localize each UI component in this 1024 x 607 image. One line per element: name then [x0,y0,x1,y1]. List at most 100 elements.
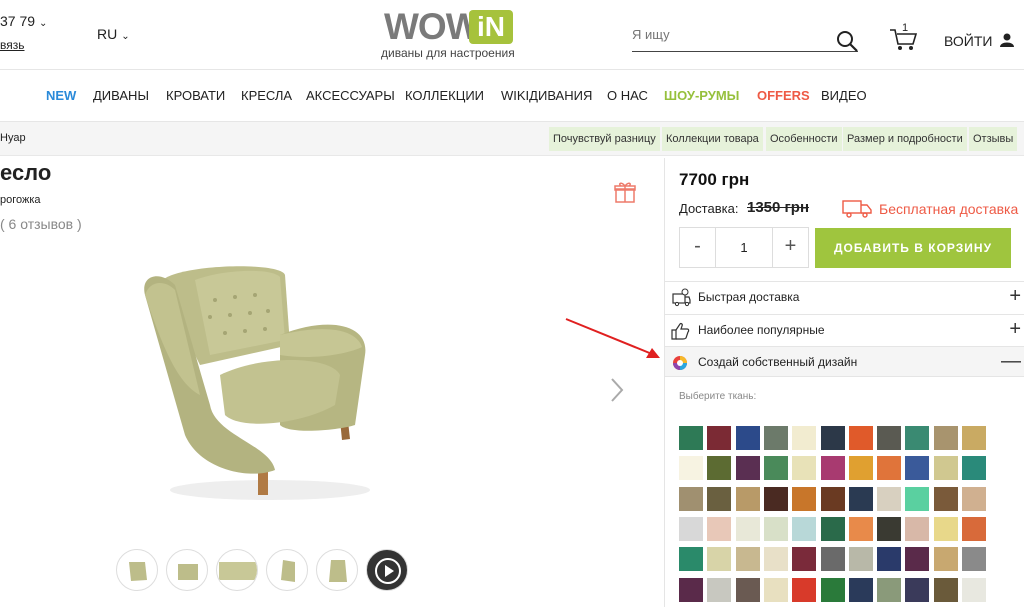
fabric-swatch[interactable] [735,456,760,481]
minus-icon[interactable]: — [1001,349,1021,373]
thumbnail-5[interactable] [316,549,358,591]
fabric-swatch[interactable] [679,486,703,511]
fabric-swatch[interactable] [792,516,817,541]
quantity-value[interactable]: 1 [716,228,772,267]
fabric-swatch[interactable] [679,426,703,450]
thumbnail-3[interactable] [216,549,258,591]
fabric-swatch[interactable] [905,486,930,511]
nav-item-new[interactable]: NEW [46,88,76,103]
fabric-swatch[interactable] [707,486,732,511]
fabric-swatch[interactable] [905,516,930,541]
fabric-swatch[interactable] [933,516,958,541]
fabric-swatch[interactable] [820,486,845,511]
fabric-swatch[interactable] [905,426,930,450]
fabric-swatch[interactable] [820,516,845,541]
language-selector[interactable]: RU ⌄ [97,26,130,42]
breadcrumb[interactable]: Нуар [0,132,26,144]
fabric-swatch[interactable] [763,547,788,572]
fabric-swatch[interactable] [848,577,873,602]
plus-icon[interactable]: + [1009,284,1021,308]
fabric-swatch[interactable] [962,456,986,481]
fabric-swatch[interactable] [763,426,788,450]
fabric-swatch[interactable] [848,426,873,450]
fabric-swatch[interactable] [679,547,703,572]
plus-icon[interactable]: + [1009,317,1021,341]
fabric-swatch[interactable] [679,577,703,602]
nav-item-collections[interactable]: КОЛЛЕКЦИИ [405,88,484,103]
fabric-swatch[interactable] [707,456,732,481]
nav-item-showrooms[interactable]: ШОУ-РУМЫ [664,88,739,103]
search-icon[interactable] [836,30,858,52]
login-button[interactable]: ВОЙТИ [944,33,1015,49]
nav-item-about[interactable]: О НАС [607,88,648,103]
fabric-swatch[interactable] [848,456,873,481]
fabric-swatch[interactable] [848,486,873,511]
fabric-swatch[interactable] [820,426,845,450]
accordion-custom-design[interactable]: Создай собственный дизайн — [665,346,1024,377]
nav-item-offers[interactable]: OFFERS [757,88,810,103]
fabric-swatch[interactable] [962,486,986,511]
thumbnail-4[interactable] [266,549,308,591]
phone-number[interactable]: 37 79 ⌄ [0,13,47,29]
fabric-swatch[interactable] [792,426,817,450]
fabric-swatch[interactable] [848,547,873,572]
gift-icon[interactable] [614,181,636,203]
fabric-swatch[interactable] [933,456,958,481]
fabric-swatch[interactable] [763,516,788,541]
fabric-swatch[interactable] [792,577,817,602]
fabric-swatch[interactable] [877,516,902,541]
fabric-swatch[interactable] [933,547,958,572]
fabric-swatch[interactable] [877,426,902,450]
fabric-swatch[interactable] [848,516,873,541]
fabric-swatch[interactable] [679,516,703,541]
fabric-swatch[interactable] [792,547,817,572]
fabric-swatch[interactable] [820,456,845,481]
fabric-swatch[interactable] [735,486,760,511]
fabric-swatch[interactable] [763,486,788,511]
quantity-decrease-button[interactable]: - [680,228,716,267]
fabric-swatch[interactable] [735,547,760,572]
fabric-swatch[interactable] [905,456,930,481]
fabric-swatch[interactable] [707,577,732,602]
fabric-swatch[interactable] [763,456,788,481]
anchor-reviews[interactable]: Отзывы [969,127,1018,151]
fabric-swatch[interactable] [933,577,958,602]
fabric-swatch[interactable] [877,547,902,572]
accordion-fast-delivery[interactable]: Быстрая доставка + [665,281,1024,312]
fabric-swatch[interactable] [707,516,732,541]
nav-item-accessories[interactable]: АКСЕССУАРЫ [306,88,395,103]
fabric-swatch[interactable] [933,426,958,450]
search-input[interactable] [632,22,822,46]
fabric-swatch[interactable] [763,577,788,602]
fabric-swatch[interactable] [792,456,817,481]
fabric-swatch[interactable] [820,547,845,572]
anchor-size-details[interactable]: Размер и подробности [843,127,967,151]
fabric-swatch[interactable] [735,577,760,602]
fabric-swatch[interactable] [962,426,986,450]
fabric-swatch[interactable] [735,426,760,450]
nav-item-beds[interactable]: КРОВАТИ [166,88,225,103]
fabric-swatch[interactable] [905,547,930,572]
fabric-swatch[interactable] [679,456,703,481]
thumbnail-1[interactable] [116,549,158,591]
fabric-swatch[interactable] [877,577,902,602]
fabric-swatch[interactable] [877,456,902,481]
fabric-swatch[interactable] [735,516,760,541]
accordion-popular[interactable]: Наиболее популярные + [665,314,1024,345]
anchor-collections[interactable]: Коллекции товара [662,127,763,151]
chevron-right-icon[interactable] [608,376,626,404]
fabric-swatch[interactable] [877,486,902,511]
fabric-swatch[interactable] [792,486,817,511]
video-thumbnail[interactable] [366,549,408,591]
quantity-increase-button[interactable]: + [772,228,808,267]
add-to-cart-button[interactable]: ДОБАВИТЬ В КОРЗИНУ [815,228,1011,268]
nav-item-wiki[interactable]: WIKIДИВАНИЯ [501,88,592,103]
anchor-features[interactable]: Особенности [766,127,842,151]
nav-item-video[interactable]: ВИДЕО [821,88,867,103]
site-logo[interactable]: WOW iN диваны для настроения [381,6,521,62]
thumbnail-2[interactable] [166,549,208,591]
reviews-link[interactable]: ( 6 отзывов ) [0,216,82,232]
fabric-swatch[interactable] [962,516,986,541]
fabric-swatch[interactable] [933,486,958,511]
nav-item-armchairs[interactable]: КРЕСЛА [241,88,292,103]
